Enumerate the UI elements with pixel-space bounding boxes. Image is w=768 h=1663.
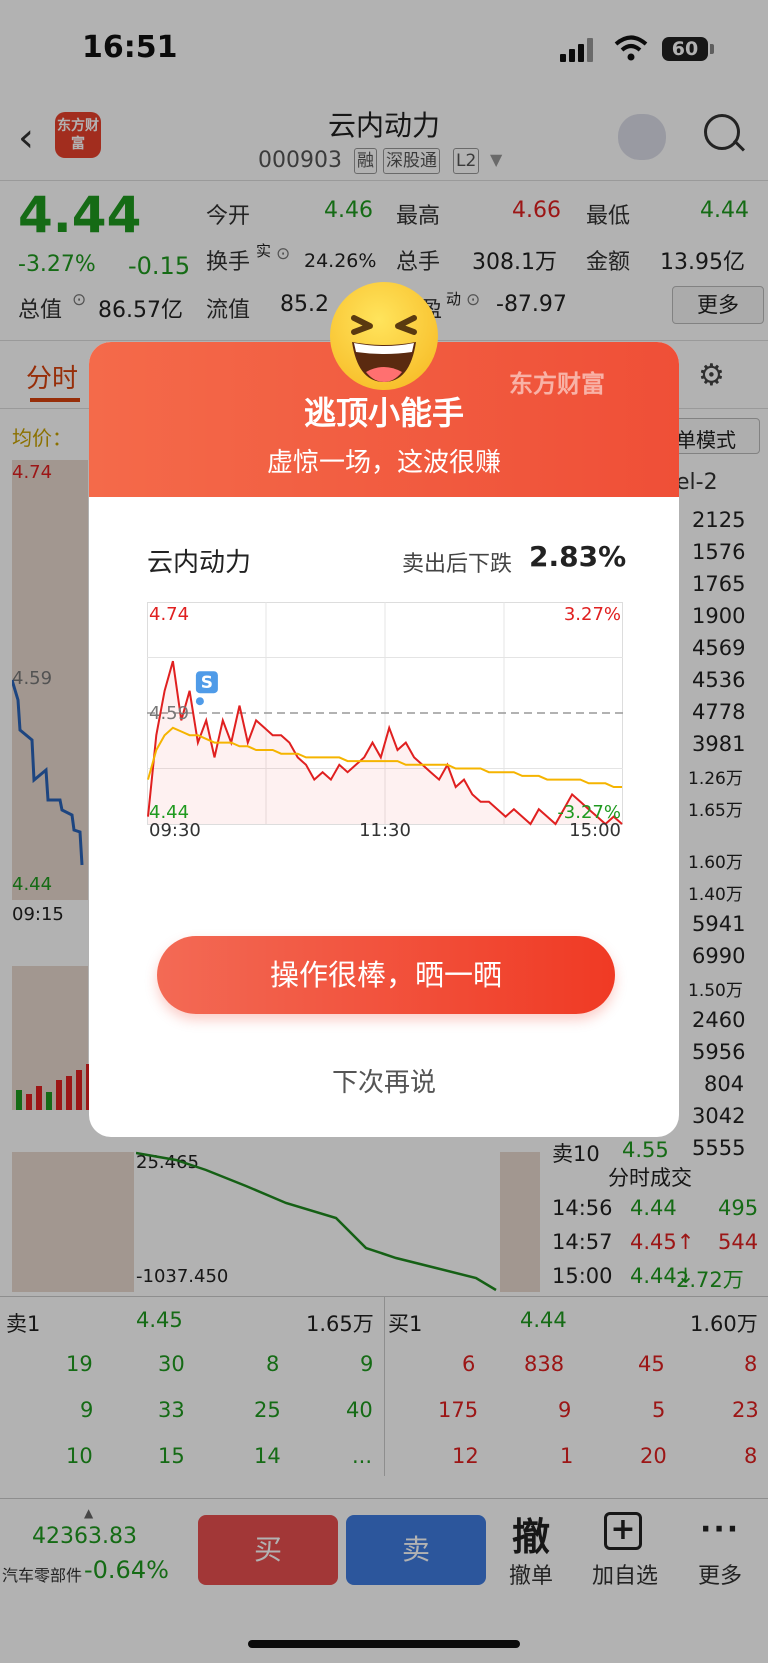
chart-sell-marker-label: S bbox=[201, 673, 213, 693]
modal-stock-name: 云内动力 bbox=[147, 548, 252, 578]
chart-svg: S4.74 3.27%4.594.44 -3.27%09:30 11:30 15:00 bbox=[147, 602, 623, 841]
chart-x-label: 11:30 bbox=[359, 820, 411, 838]
share-button[interactable]: 操作很棒，晒一晒 bbox=[157, 936, 615, 1014]
chart-x-label: 09:30 bbox=[149, 820, 201, 838]
dismiss-link[interactable]: 下次再说 bbox=[89, 1062, 679, 1099]
chart-pct-top-label: 3.27% bbox=[564, 604, 621, 625]
achievement-modal: 东方财富 逃顶小能手 虚惊一场，这波很赚 云内动力 卖出后下跌 2.83% S4… bbox=[89, 342, 679, 1137]
chart-sell-dot bbox=[195, 697, 204, 706]
modal-title: 逃顶小能手 bbox=[303, 394, 464, 432]
chart-y-top-label: 4.74 bbox=[149, 604, 189, 625]
modal-intraday-chart: S 4.74 3.27% 4.59 4.44 -3.27% 09:30 11:30 15:00 bbox=[147, 602, 623, 841]
drop-after-sell-label: 卖出后下跌 bbox=[402, 552, 513, 577]
modal-subtitle: 虚惊一场，这波很赚 bbox=[266, 448, 501, 478]
chart-x-label: 15:00 bbox=[569, 820, 621, 838]
chart-y-mid-label: 4.59 bbox=[149, 703, 189, 724]
laughing-emoji-icon bbox=[330, 282, 438, 390]
drop-after-sell-value: 2.83% bbox=[529, 540, 627, 573]
